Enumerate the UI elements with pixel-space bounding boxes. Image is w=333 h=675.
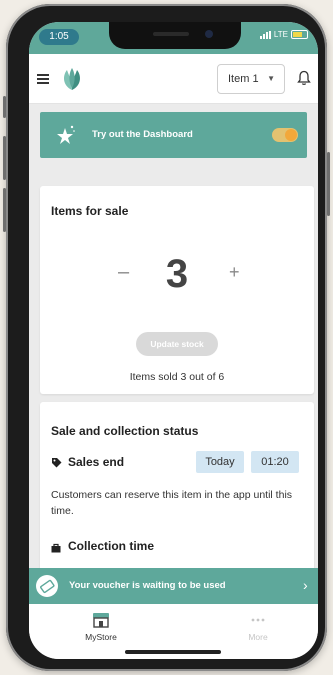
voucher-text: Your voucher is waiting to be used: [69, 580, 226, 591]
battery-icon: [291, 30, 308, 39]
chevron-right-icon: ›: [303, 577, 308, 593]
voucher-ticket-icon: [40, 579, 55, 594]
items-sold-text: Items sold 3 out of 6: [129, 371, 225, 383]
item-selector[interactable]: Item 1 ▼: [217, 64, 285, 94]
update-stock-button[interactable]: Update stock: [136, 332, 218, 356]
items-for-sale-card: Items for sale – 3 + Update stock Items …: [40, 186, 314, 394]
sparkle-star-icon: [57, 125, 75, 144]
app-logo: [64, 68, 80, 90]
silent-switch: [3, 96, 6, 118]
sales-end-time-chip[interactable]: 01:20: [251, 451, 299, 473]
nav-item-more[interactable]: More: [228, 612, 288, 642]
sales-end-day-chip[interactable]: Today: [196, 451, 244, 473]
dashboard-banner[interactable]: Try out the Dashboard: [40, 112, 307, 158]
more-dots-icon: [251, 618, 265, 622]
phone-screen: 1:05 LTE Item 1 ▼ Try out the Dashboard …: [29, 22, 318, 659]
power-button: [327, 152, 330, 216]
system-icons: LTE: [259, 30, 308, 39]
bell-icon[interactable]: [297, 70, 311, 86]
nav-item-mystore[interactable]: MyStore: [71, 612, 131, 642]
chevron-down-icon: ▼: [267, 74, 275, 83]
sales-end-label: Sales end: [68, 455, 125, 469]
increase-quantity-button[interactable]: +: [229, 262, 240, 283]
tag-icon: [52, 458, 62, 468]
volume-down-button: [3, 188, 6, 232]
dashboard-banner-label: Try out the Dashboard: [92, 129, 193, 140]
volume-up-button: [3, 136, 6, 180]
app-header: Item 1 ▼: [29, 54, 318, 104]
shopping-bag-icon: [51, 543, 61, 553]
store-icon: [93, 613, 109, 628]
voucher-badge: [36, 575, 58, 597]
toggle-knob: [285, 129, 297, 141]
status-time: 1:05: [39, 29, 79, 45]
status-card-title: Sale and collection status: [51, 424, 199, 438]
voucher-banner[interactable]: Your voucher is waiting to be used ›: [29, 568, 318, 604]
phone-frame: 1:05 LTE Item 1 ▼ Try out the Dashboard …: [3, 4, 330, 671]
collection-time-label: Collection time: [68, 539, 155, 553]
reserve-info-text: Customers can reserve this item in the a…: [51, 489, 293, 517]
items-card-title: Items for sale: [51, 204, 129, 218]
network-type: LTE: [273, 30, 288, 39]
status-bar: 1:05 LTE: [29, 22, 318, 54]
quantity-value: 3: [165, 252, 189, 296]
nav-label-more: More: [248, 632, 268, 642]
notch: [109, 22, 241, 49]
speaker: [153, 32, 189, 36]
home-indicator: [125, 650, 221, 654]
dashboard-toggle[interactable]: [272, 128, 298, 142]
signal-icon: [259, 30, 271, 39]
nav-label-mystore: MyStore: [85, 632, 117, 642]
item-selector-value: Item 1: [228, 73, 259, 85]
menu-icon[interactable]: [37, 74, 49, 84]
camera-icon: [205, 30, 213, 38]
